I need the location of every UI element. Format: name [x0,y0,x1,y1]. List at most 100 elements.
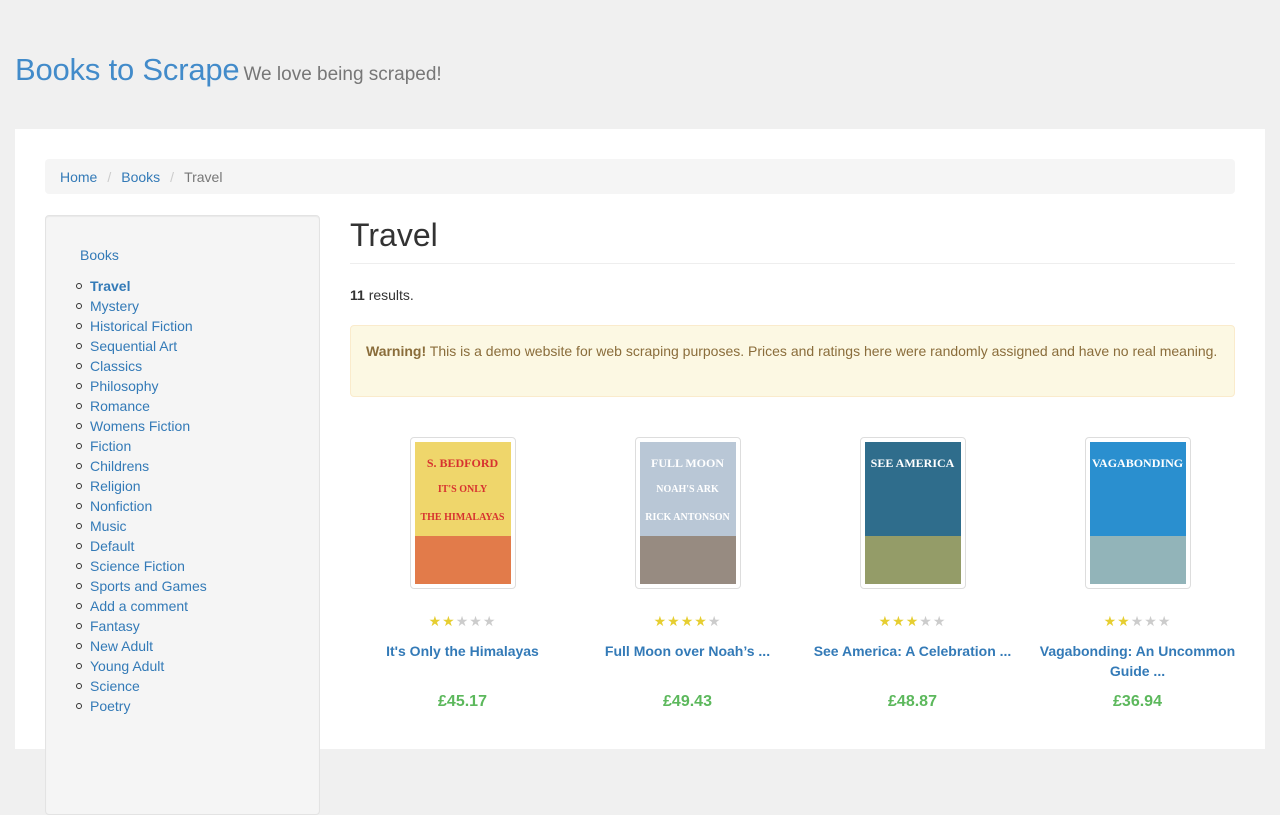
cover-text: SEE AMERICA [870,456,955,470]
breadcrumb-separator: / [107,168,112,185]
sidebar-category-link[interactable]: Sports and Games [90,578,207,594]
sidebar-category-link[interactable]: Sequential Art [90,338,177,354]
title-divider [350,263,1235,264]
brand-link[interactable]: Books to Scrape [15,52,240,87]
star-icon: ★ [469,613,483,629]
star-icon: ★ [482,613,497,629]
sidebar-category-link[interactable]: Nonfiction [90,498,152,514]
sidebar-category-link[interactable]: Young Adult [90,658,164,674]
product-title-link[interactable]: Full Moon over Noah’s ... [605,643,770,659]
product-card: FULL MOON NOAH'S ARK RICK ANTONSON ★★★★★ Ful… [575,437,800,711]
page-container: Home / Books / Travel Books Travel Myster… [15,129,1265,815]
sidebar-books-link[interactable]: Books [80,247,119,263]
star-icon: ★ [442,613,456,629]
sidebar-category-link[interactable]: Mystery [90,298,139,314]
sidebar-category-link[interactable]: Romance [90,398,150,414]
product-title: Vagabonding: An Uncommon Guide ... [1025,641,1250,681]
results-suffix: results. [364,287,414,303]
star-icon: ★ [667,613,681,629]
sidebar-category-link[interactable]: Science Fiction [90,558,185,574]
star-rating: ★★★★★ [350,613,575,629]
star-icon: ★ [707,613,722,629]
page-title: Travel [350,217,438,253]
sidebar-category-item: Classics [76,356,207,376]
cover-text: S. BEDFORD [426,456,499,470]
star-icon: ★ [1103,613,1118,629]
cover-text: THE HIMALAYAS [420,512,505,523]
sidebar-category-link[interactable]: Womens Fiction [90,418,190,434]
tagline: We love being scraped! [243,64,442,85]
category-list: Travel Mystery Historical Fiction Sequentia… [76,276,207,716]
product-title-link[interactable]: See America: A Celebration ... [814,643,1012,659]
sidebar-category-item: Science [76,676,207,696]
star-icon: ★ [1157,613,1172,629]
product-title: It's Only the Himalayas [350,641,575,681]
sidebar-category-item: Religion [76,476,207,496]
product-thumbnail[interactable]: FULL MOON NOAH'S ARK RICK ANTONSON [634,437,741,589]
star-icon: ★ [905,613,920,629]
product-price: £49.43 [663,693,712,710]
sidebar-category-item: Sequential Art [76,336,207,356]
product-card: SEE AMERICA ★★★★★ See America: A Celebrati… [800,437,1025,711]
star-icon: ★ [653,613,668,629]
sidebar-category-link[interactable]: Philosophy [90,378,159,394]
cover-accent [1089,536,1186,584]
warning-strong: Warning! [366,343,427,359]
sidebar-category-item: Sports and Games [76,576,207,596]
sidebar-category-link[interactable]: Childrens [90,458,149,474]
sidebar-category-link[interactable]: Historical Fiction [90,318,193,334]
sidebar-category-link[interactable]: New Adult [90,638,153,654]
breadcrumb-home[interactable]: Home [60,169,97,185]
sidebar-category-link[interactable]: Music [90,518,127,534]
product-price: £36.94 [1113,693,1162,710]
cover-text: VAGABONDING [1091,456,1184,470]
sidebar-category-link[interactable]: Add a comment [90,598,188,614]
product-price: £45.17 [438,693,487,710]
product-title-link[interactable]: It's Only the Himalayas [386,643,539,659]
sidebar-category-link[interactable]: Classics [90,358,142,374]
sidebar-category-item: Young Adult [76,656,207,676]
breadcrumb: Home / Books / Travel [45,159,1235,194]
product-thumbnail[interactable]: S. BEDFORD IT'S ONLY THE HIMALAYAS [409,437,516,589]
sidebar-category-item: Childrens [76,456,207,476]
book-cover-image: VAGABONDING [1089,442,1186,584]
site-header: Books to Scrape We love being scraped! [15,52,442,88]
star-icon: ★ [932,613,947,629]
sidebar-category-item: Travel [76,276,207,296]
cover-text: FULL MOON [650,456,724,470]
star-icon: ★ [428,613,443,629]
star-icon: ★ [694,613,708,629]
cover-text: RICK ANTONSON [645,512,730,523]
sidebar-category-link[interactable]: Religion [90,478,141,494]
sidebar-category-item: Add a comment [76,596,207,616]
product-thumbnail[interactable]: SEE AMERICA [859,437,966,589]
sidebar-category-link[interactable]: Fiction [90,438,131,454]
sidebar-category-link[interactable]: Default [90,538,134,554]
sidebar-category-item: Womens Fiction [76,416,207,436]
sidebar-category-item: Nonfiction [76,496,207,516]
product-card: S. BEDFORD IT'S ONLY THE HIMALAYAS ★★★★★ It'… [350,437,575,711]
book-cover-image: FULL MOON NOAH'S ARK RICK ANTONSON [639,442,736,584]
results-number: 11 [350,287,365,303]
sidebar-category-item: Fantasy [76,616,207,636]
star-icon: ★ [455,613,470,629]
sidebar-category-item: Music [76,516,207,536]
product-title-link[interactable]: Vagabonding: An Uncommon Guide ... [1040,643,1235,679]
star-rating: ★★★★★ [1025,613,1250,629]
sidebar-category-link[interactable]: Science [90,678,140,694]
breadcrumb-books[interactable]: Books [121,169,160,185]
sidebar-category-link[interactable]: Fantasy [90,618,140,634]
cover-accent [414,536,511,584]
book-cover-image: SEE AMERICA [864,442,961,584]
results-count: 11 results. [350,287,414,303]
product-grid: S. BEDFORD IT'S ONLY THE HIMALAYAS ★★★★★ It'… [350,437,1235,757]
sidebar-category-item: Historical Fiction [76,316,207,336]
sidebar-category-link[interactable]: Poetry [90,698,130,714]
sidebar-category-link[interactable]: Travel [90,278,130,294]
cover-text: NOAH'S ARK [656,484,719,495]
sidebar-category-item: Mystery [76,296,207,316]
product-thumbnail[interactable]: VAGABONDING [1084,437,1191,589]
sidebar-category-item: New Adult [76,636,207,656]
cover-accent [639,536,736,584]
star-rating: ★★★★★ [575,613,800,629]
